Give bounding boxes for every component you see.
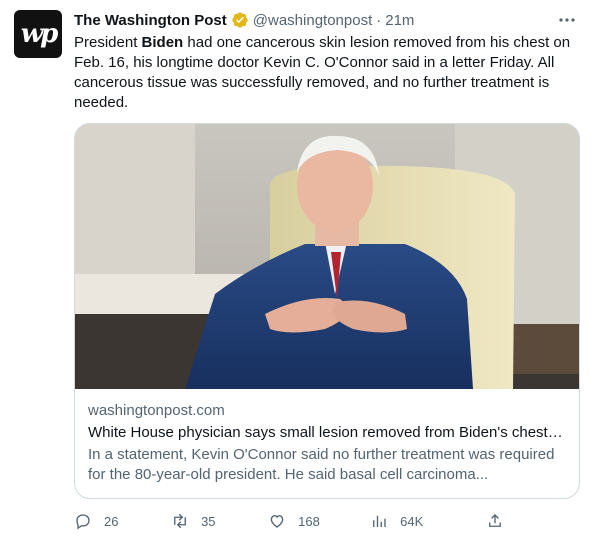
card-photo [75, 124, 579, 389]
avatar[interactable]: wp [14, 10, 62, 58]
retweet-icon [174, 513, 186, 529]
card-title: White House physician says small lesion … [88, 424, 566, 441]
action-bar: 26 35 168 64K [74, 510, 504, 532]
share-button[interactable] [486, 512, 504, 530]
tweet-text-bold: Biden [141, 34, 184, 51]
card-description: In a statement, Kevin O'Connor said no f… [88, 446, 555, 483]
more-icon[interactable] [557, 10, 577, 30]
reply-button[interactable]: 26 [74, 512, 171, 530]
tweet-text-before: President [74, 34, 142, 51]
avatar-logo-text: wp [20, 19, 59, 49]
author-name[interactable]: The Washington Post [74, 12, 227, 29]
timestamp[interactable]: 21m [385, 12, 414, 29]
verified-badge-icon [232, 12, 248, 28]
card-meta[interactable]: washingtonpost.com White House physician… [75, 389, 579, 485]
like-count: 168 [298, 513, 320, 529]
like-button[interactable]: 168 [268, 512, 370, 530]
more-dots [559, 18, 575, 22]
retweet-button[interactable]: 35 [171, 512, 268, 530]
like-icon [270, 515, 284, 528]
tweet-text: President Biden had one cancerous skin l… [74, 33, 580, 113]
card-image[interactable] [75, 124, 579, 389]
views-count: 64K [400, 513, 424, 529]
separator-dot: · [376, 11, 382, 29]
reply-count: 26 [104, 513, 119, 529]
views-button[interactable]: 64K [370, 512, 486, 530]
reply-icon [76, 514, 90, 530]
author-handle[interactable]: @washingtonpost [253, 12, 372, 29]
link-card[interactable]: washingtonpost.com White House physician… [74, 123, 580, 499]
share-icon [489, 514, 501, 527]
card-domain: washingtonpost.com [88, 402, 225, 419]
retweet-count: 35 [201, 513, 216, 529]
tweet-header: The Washington Post @washingtonpost · 21… [74, 10, 577, 30]
tweet[interactable]: wp The Washington Post @washingtonpost ·… [0, 0, 593, 537]
views-icon [373, 515, 386, 527]
